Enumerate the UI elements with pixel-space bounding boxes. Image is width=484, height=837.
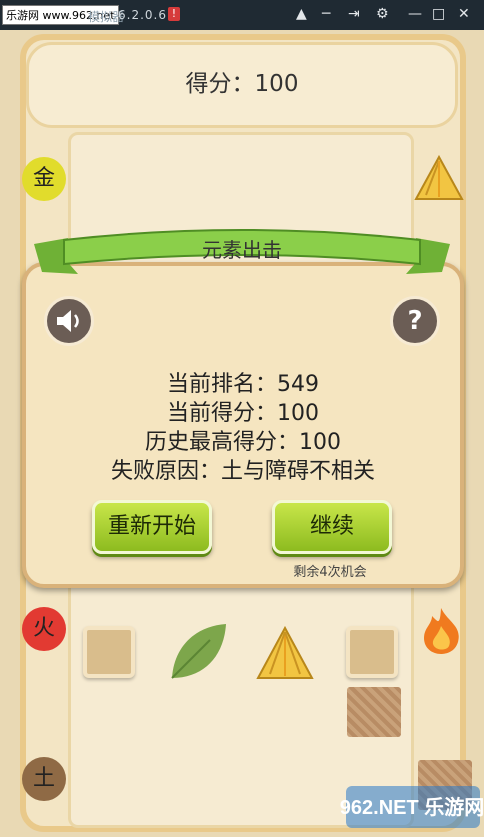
minimize-window-icon[interactable]: — <box>408 6 422 22</box>
pin-icon[interactable]: ⇥ <box>348 6 360 22</box>
fire-element-button[interactable]: 火 <box>22 607 66 651</box>
logo-text: 962.NET 乐游网 <box>340 795 484 819</box>
empty-tile[interactable] <box>83 626 135 678</box>
earth-block <box>347 687 401 737</box>
rank-line: 当前排名：549 <box>167 372 319 397</box>
restart-button[interactable]: 重新开始 <box>92 500 212 554</box>
best-score-line: 历史最高得分：100 <box>145 430 341 455</box>
close-icon[interactable]: ✕ <box>458 6 470 22</box>
gold-pyramid-icon <box>414 155 464 200</box>
logo-badge: 962.NET 乐游网 <box>340 786 484 828</box>
minimize-icon[interactable]: ─ <box>322 6 330 22</box>
gold-pyramid-icon <box>256 626 314 679</box>
gold-element-button[interactable]: 金 <box>22 157 66 201</box>
speaker-icon <box>57 310 79 332</box>
current-score-line: 当前得分：100 <box>167 401 319 426</box>
dialog-title: 元素出击 <box>202 238 282 262</box>
site-logo: 962.NET 乐游网 <box>340 778 484 832</box>
fire-icon <box>424 608 459 654</box>
maximize-icon[interactable]: □ <box>432 6 445 22</box>
help-button[interactable]: ? <box>390 296 440 346</box>
score-text: 得分：100 <box>185 71 299 97</box>
shirt-icon[interactable]: ▲ <box>296 6 307 22</box>
alert-badge[interactable]: ! <box>168 7 180 21</box>
earth-element-button[interactable]: 土 <box>22 757 66 801</box>
empty-tile[interactable] <box>346 626 398 678</box>
continue-button[interactable]: 继续 <box>272 500 392 554</box>
gear-icon[interactable]: ⚙ <box>376 6 389 22</box>
sound-toggle-button[interactable] <box>44 296 94 346</box>
leaf-icon <box>171 624 226 679</box>
remaining-chances: 剩余4次机会 <box>293 565 367 580</box>
fail-reason-line: 失败原因：土与障碍不相关 <box>110 459 375 484</box>
version-label: 6.2.0.6 <box>118 8 167 22</box>
emulator-title-bar: 乐游网 www.962.net 模拟器 6.2.0.6 ! ▲ ─ ⇥ ⚙ — … <box>0 0 484 30</box>
